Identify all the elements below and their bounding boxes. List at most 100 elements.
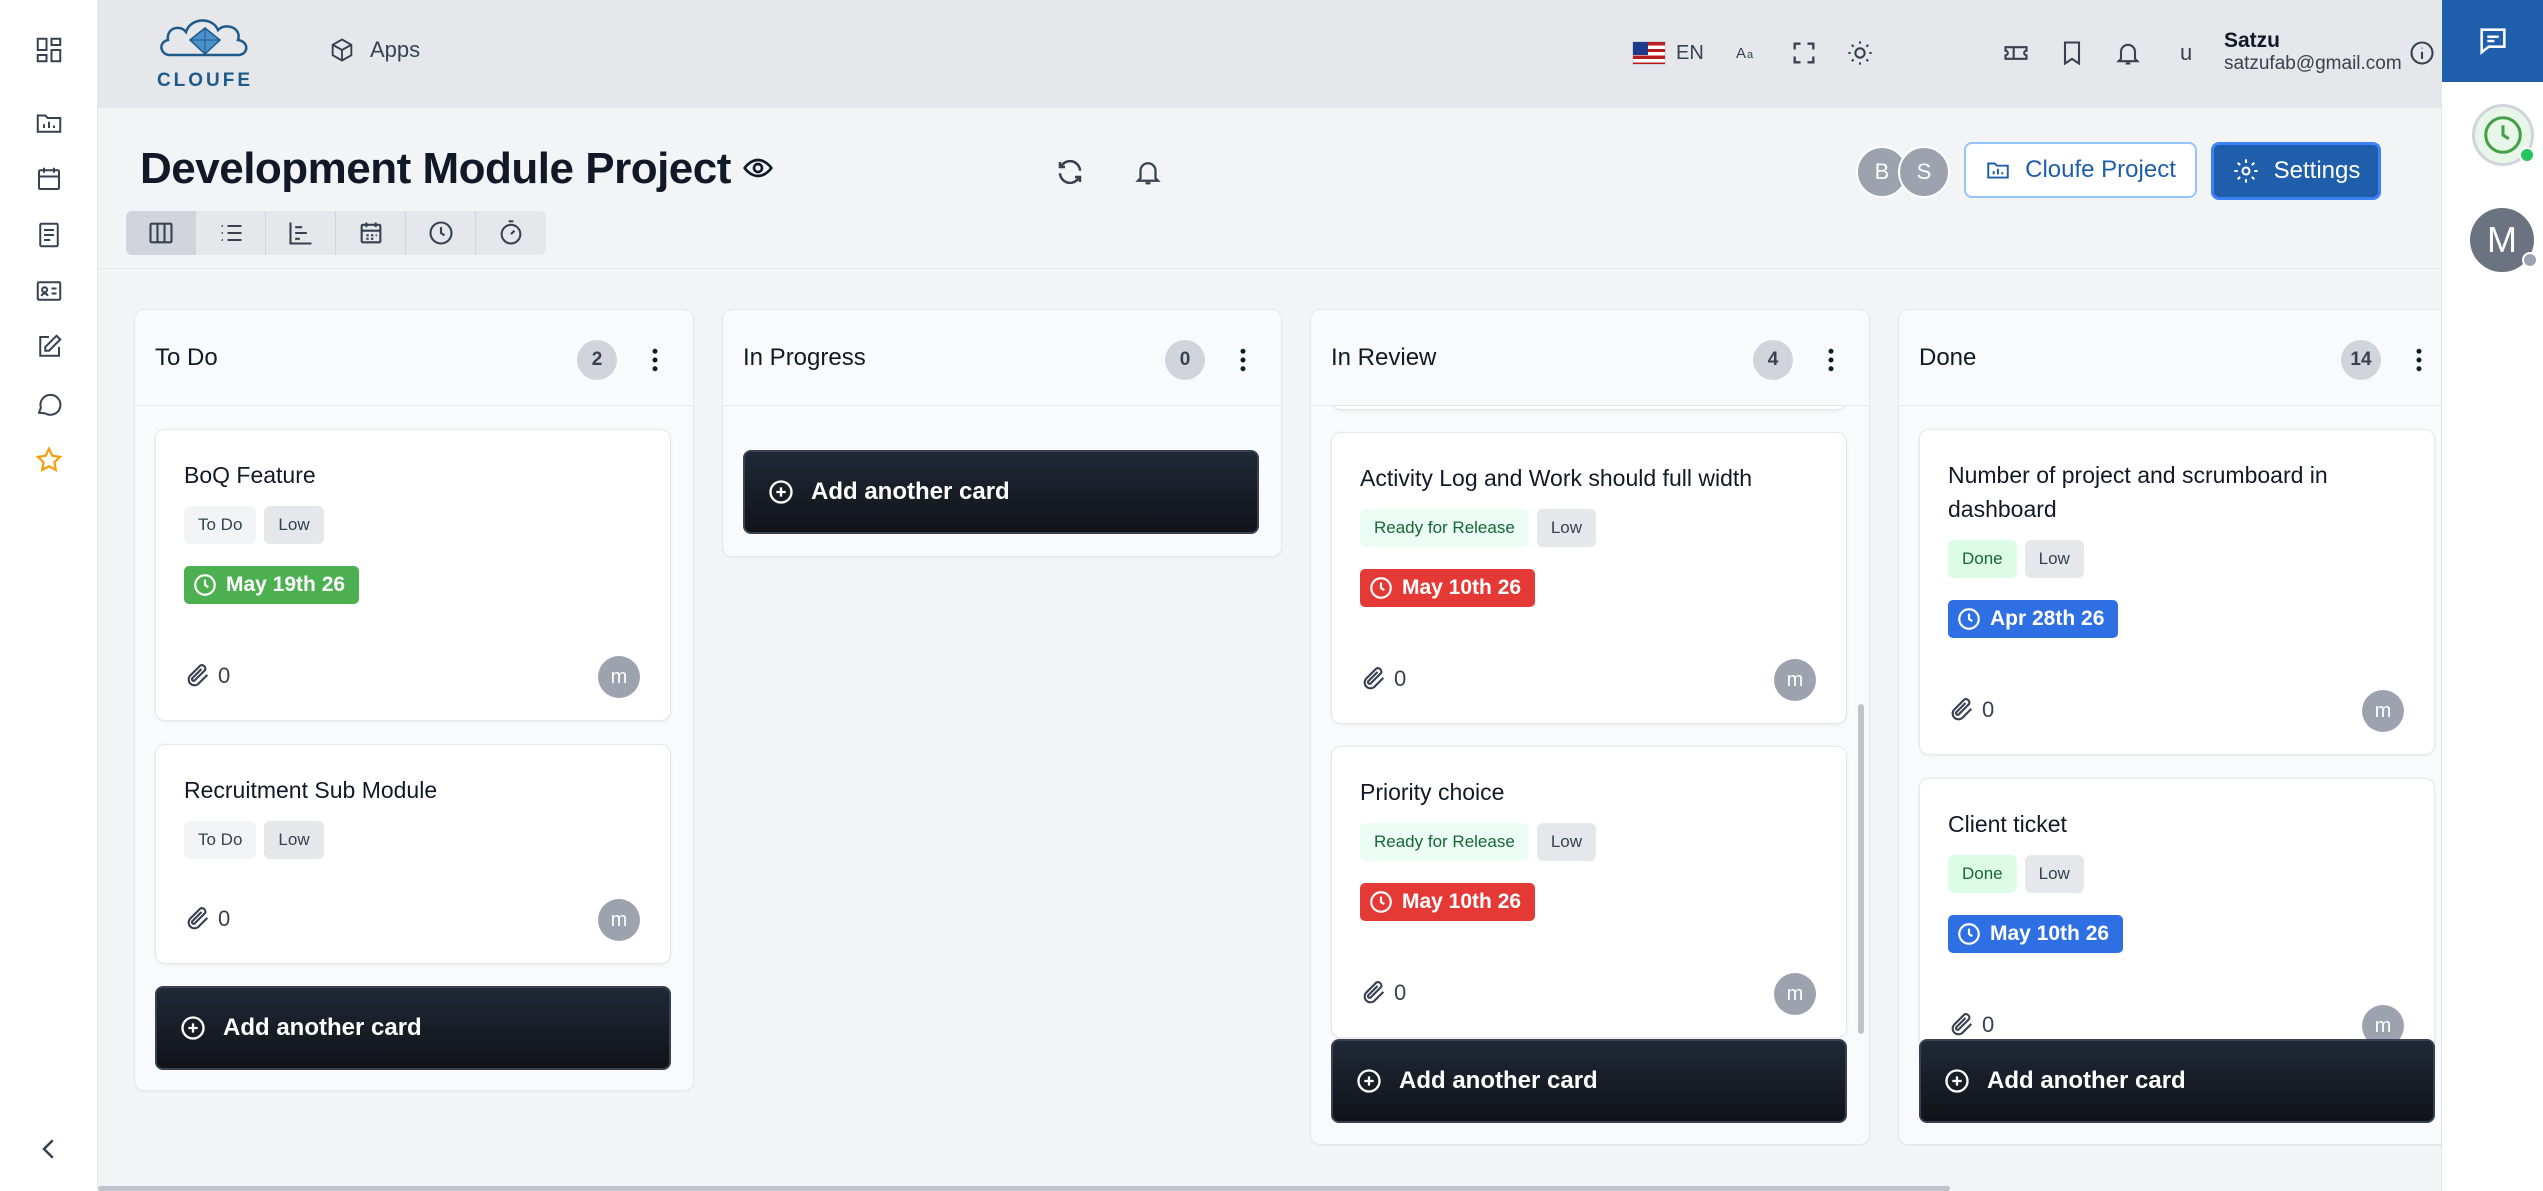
column-count-badge: 4 — [1753, 340, 1793, 380]
edit-icon[interactable] — [30, 328, 68, 366]
card-title: Client ticket — [1948, 811, 2067, 837]
task-card[interactable]: Activity Log and Work should full width … — [1331, 432, 1847, 724]
board-view-icon[interactable] — [126, 211, 196, 255]
status-badge: To Do — [184, 821, 257, 859]
card-tags: To Do Low — [184, 821, 324, 859]
language-code: EN — [1676, 41, 1704, 64]
attachment-count[interactable]: 0 — [1948, 1011, 1994, 1039]
add-card-button[interactable]: Add another card — [155, 986, 671, 1070]
project-button-label: Cloufe Project — [2025, 156, 2176, 183]
task-card-partial[interactable] — [1331, 406, 1847, 410]
project-button[interactable]: Cloufe Project — [1964, 142, 2197, 198]
add-card-button[interactable]: Add another card — [743, 450, 1259, 534]
user-initial[interactable]: u — [2180, 36, 2192, 70]
eye-icon[interactable] — [742, 152, 774, 184]
left-sidebar — [0, 0, 98, 1191]
collapse-sidebar-icon[interactable] — [30, 1130, 68, 1168]
priority-badge: Low — [264, 821, 324, 859]
member-avatar-s[interactable]: S — [1898, 146, 1950, 198]
user-info[interactable]: Satzu satzufab@gmail.com — [2224, 30, 2402, 73]
dashboard-icon[interactable] — [30, 31, 68, 69]
notification-bell-icon[interactable] — [2114, 36, 2142, 70]
list-view-icon[interactable] — [196, 211, 266, 255]
priority-badge: Low — [2024, 540, 2084, 578]
document-icon[interactable] — [30, 216, 68, 254]
plus-circle-icon — [181, 1016, 205, 1040]
member-avatar[interactable]: M — [2470, 208, 2538, 272]
task-card[interactable]: Client ticket Done Low May 10th 26 0 m — [1919, 778, 2435, 1070]
plus-circle-icon — [1945, 1069, 1969, 1093]
due-date-badge[interactable]: May 10th 26 — [1948, 915, 2124, 953]
add-card-label: Add another card — [1987, 1067, 2186, 1094]
add-card-button[interactable]: Add another card — [1919, 1039, 2435, 1123]
settings-button-label: Settings — [2273, 157, 2361, 184]
column-in-review: In Review 4 Activity Log and Work should… — [1310, 309, 1870, 1145]
card-tags: Ready for Release Low — [1360, 509, 1596, 547]
assignee-avatar[interactable]: m — [598, 656, 640, 698]
theme-sun-icon[interactable] — [1846, 36, 1874, 70]
due-date-badge[interactable]: May 10th 26 — [1360, 569, 1536, 607]
attachment-count[interactable]: 0 — [1360, 665, 1406, 693]
apps-menu[interactable]: Apps — [328, 36, 420, 64]
bookmark-icon[interactable] — [2058, 36, 2086, 70]
chat-icon[interactable] — [30, 385, 68, 423]
info-icon[interactable] — [2408, 36, 2436, 70]
attachment-count-text: 0 — [218, 663, 231, 688]
calendar-view-icon[interactable] — [336, 211, 406, 255]
card-title: BoQ Feature — [184, 462, 316, 488]
task-card[interactable]: Number of project and scrumboard in dash… — [1919, 429, 2435, 755]
offline-status-dot — [2522, 252, 2538, 268]
column-menu-icon[interactable] — [1813, 342, 1849, 378]
ticket-icon[interactable] — [2002, 36, 2030, 70]
task-card[interactable]: BoQ Feature To Do Low May 19th 26 0 m — [155, 429, 671, 721]
column-count-badge: 14 — [2341, 340, 2381, 380]
message-button[interactable] — [2442, 0, 2543, 82]
settings-button[interactable]: Settings — [2211, 142, 2381, 200]
assignee-avatar[interactable]: m — [1774, 973, 1816, 1015]
column-menu-icon[interactable] — [637, 342, 673, 378]
due-date-text: Apr 28th 26 — [1990, 607, 2105, 630]
fullscreen-icon[interactable] — [1790, 36, 1818, 70]
font-size-icon[interactable]: Aa — [1734, 36, 1762, 70]
attachment-count[interactable]: 0 — [1948, 696, 1994, 724]
clock-app-avatar[interactable] — [2472, 104, 2535, 166]
due-date-badge[interactable]: May 19th 26 — [184, 566, 360, 604]
language-selector[interactable]: EN — [1632, 36, 1704, 70]
project-bell-icon[interactable] — [1128, 152, 1168, 192]
column-todo: To Do 2 BoQ Feature To Do Low May 19th 2… — [134, 309, 694, 1091]
due-date-badge[interactable]: May 10th 26 — [1360, 883, 1536, 921]
column-title: Done — [1919, 344, 1977, 371]
column-menu-icon[interactable] — [2401, 342, 2437, 378]
column-scrollbar[interactable] — [1858, 704, 1864, 1034]
member-avatar-initial: M — [2487, 219, 2517, 260]
project-header: Development Module Project B S Cloufe Pr… — [98, 108, 2441, 268]
projects-icon[interactable] — [30, 104, 68, 142]
refresh-icon[interactable] — [1050, 152, 1090, 192]
svg-text:a: a — [1747, 49, 1754, 61]
column-title: In Progress — [743, 344, 866, 371]
assignee-avatar[interactable]: m — [2362, 690, 2404, 732]
add-card-button[interactable]: Add another card — [1331, 1039, 1847, 1123]
board-horizontal-scrollbar[interactable] — [98, 1186, 1950, 1191]
task-card[interactable]: Recruitment Sub Module To Do Low 0 m — [155, 744, 671, 964]
column-menu-icon[interactable] — [1225, 342, 1261, 378]
id-card-icon[interactable] — [30, 272, 68, 310]
cloufe-logo[interactable]: CLOUFE — [150, 10, 260, 92]
attachment-count[interactable]: 0 — [184, 662, 230, 690]
timeline-clock-icon[interactable] — [406, 211, 476, 255]
attachment-count[interactable]: 0 — [184, 905, 230, 933]
timer-icon[interactable] — [476, 211, 546, 255]
task-card[interactable]: Priority choice Ready for Release Low Ma… — [1331, 746, 1847, 1038]
card-tags: Ready for Release Low — [1360, 823, 1596, 861]
calendar-icon[interactable] — [30, 160, 68, 198]
paperclip-icon — [1363, 667, 1385, 690]
assignee-avatar[interactable]: m — [1774, 659, 1816, 701]
due-date-badge[interactable]: Apr 28th 26 — [1948, 600, 2119, 638]
assignee-avatar[interactable]: m — [598, 899, 640, 941]
paperclip-icon — [187, 907, 209, 930]
star-icon[interactable] — [30, 441, 68, 479]
gantt-view-icon[interactable] — [266, 211, 336, 255]
status-badge: Done — [1948, 540, 2017, 578]
attachment-count[interactable]: 0 — [1360, 979, 1406, 1007]
cube-icon — [328, 36, 356, 64]
